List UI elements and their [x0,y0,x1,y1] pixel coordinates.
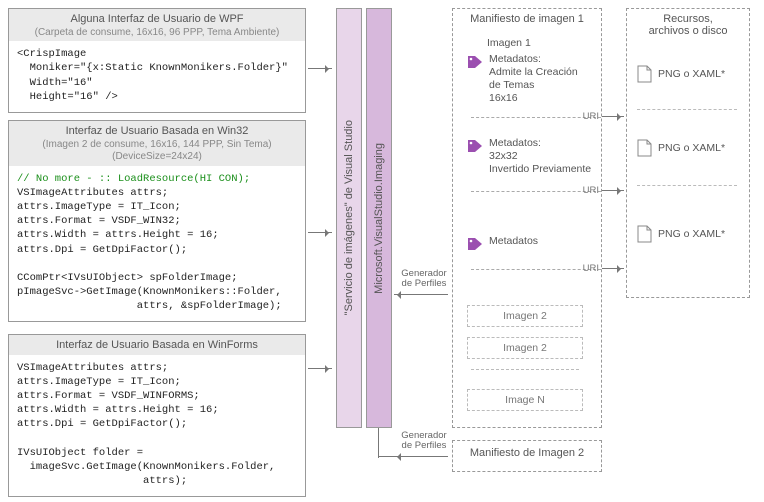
resources-box: Recursos, archivos o disco PNG o XAML* P… [626,8,750,298]
manifest1-sub-b: Imagen 2 [467,337,583,359]
image-service-bar: "Servicio de imágenes" de Visual Studio [336,8,362,428]
image-manifest-1: Manifiesto de imagen 1 Imagen 1 Metadato… [452,8,602,428]
manifest1-meta3-row: Metadatos [467,235,538,251]
win32-subtitle: (Imagen 2 de consume, 16x16, 144 PPP, Si… [15,139,299,164]
image-manifest-2: Manifiesto de Imagen 2 [452,440,602,472]
diagram-canvas: Alguna Interfaz de Usuario de WPF (Carpe… [8,8,756,494]
win32-title: Interfaz de Usuario Basada en Win32 [15,125,299,139]
resource-label: PNG o XAML* [658,142,725,154]
win32-comment: // No more - :: LoadResource(HI CON); [17,173,250,185]
uri-label: URI [583,111,599,122]
manifest1-uri1: URI [471,117,601,118]
manifest2-title: Manifiesto de Imagen 2 [453,441,601,461]
connector-horiz [378,456,394,457]
profiler-label-2: Generador de Perfiles [396,431,452,452]
manifest1-sub-a: Imagen 2 [467,305,583,327]
win32-body: VSImageAttributes attrs; attrs.ImageType… [17,187,282,312]
res-div2 [637,185,737,186]
res-div1 [637,109,737,110]
wpf-subtitle: (Carpeta de consume, 16x16, 96 PPP, Tema… [15,27,299,40]
win32-code: // No more - :: LoadResource(HI CON); VS… [9,166,305,322]
imaging-namespace-bar: Microsoft.VisualStudio.Imaging [366,8,392,428]
tag-icon [467,237,483,251]
wpf-ui-box: Alguna Interfaz de Usuario de WPF (Carpe… [8,8,306,113]
resource-label: PNG o XAML* [658,68,725,80]
winforms-ui-box: Interfaz de Usuario Basada en WinForms V… [8,334,306,497]
arrow-win32-to-service [308,232,332,233]
tag-icon [467,139,483,153]
arrow-uri3-to-res [602,268,624,269]
manifest1-meta2-text: Metadatos: 32x32 Invertido Previamente [489,137,591,176]
manifest1-sub-c: Image N [467,389,583,411]
file-icon [637,139,652,157]
tag-icon [467,55,483,69]
uri-label: URI [583,263,599,274]
manifest1-title: Manifiesto de imagen 1 [453,9,601,27]
manifest1-divider [471,369,579,370]
wpf-code: <CrispImage Moniker="{x:Static KnownMoni… [9,41,305,112]
resources-title: Recursos, archivos o disco [627,9,749,39]
manifest1-uri2: URI [471,191,601,192]
manifest1-meta2-row: Metadatos: 32x32 Invertido Previamente [467,137,591,176]
manifest1-meta1-row: Metadatos: Admite la Creación de Temas 1… [467,53,578,106]
arrow-uri2-to-res [602,190,624,191]
profiler-label-1: Generador de Perfiles [396,269,452,290]
manifest1-meta1-text: Metadatos: Admite la Creación de Temas 1… [489,53,578,106]
imaging-namespace-label: Microsoft.VisualStudio.Imaging [373,143,385,294]
arrow-wpf-to-service [308,68,332,69]
resource-item-3: PNG o XAML* [637,225,725,243]
arrow-winforms-to-service [308,368,332,369]
file-icon [637,225,652,243]
manifest1-image1-label: Imagen 1 [487,37,531,49]
winforms-title: Interfaz de Usuario Basada en WinForms [15,339,299,353]
resource-item-2: PNG o XAML* [637,139,725,157]
manifest1-uri3: URI [471,269,601,270]
connector-down [378,428,379,458]
resource-item-1: PNG o XAML* [637,65,725,83]
arrow-uri1-to-res [602,116,624,117]
wpf-title: Alguna Interfaz de Usuario de WPF [15,13,299,27]
manifest1-meta3-text: Metadatos [489,235,538,248]
arrow-manifest2-to-service: Generador de Perfiles [394,456,448,457]
winforms-code: VSImageAttributes attrs; attrs.ImageType… [9,355,305,497]
file-icon [637,65,652,83]
uri-label: URI [583,185,599,196]
win32-ui-box: Interfaz de Usuario Basada en Win32 (Ima… [8,120,306,322]
image-service-label: "Servicio de imágenes" de Visual Studio [343,120,355,315]
resource-label: PNG o XAML* [658,228,725,240]
arrow-manifest1-to-service: Generador de Perfiles [394,294,448,295]
